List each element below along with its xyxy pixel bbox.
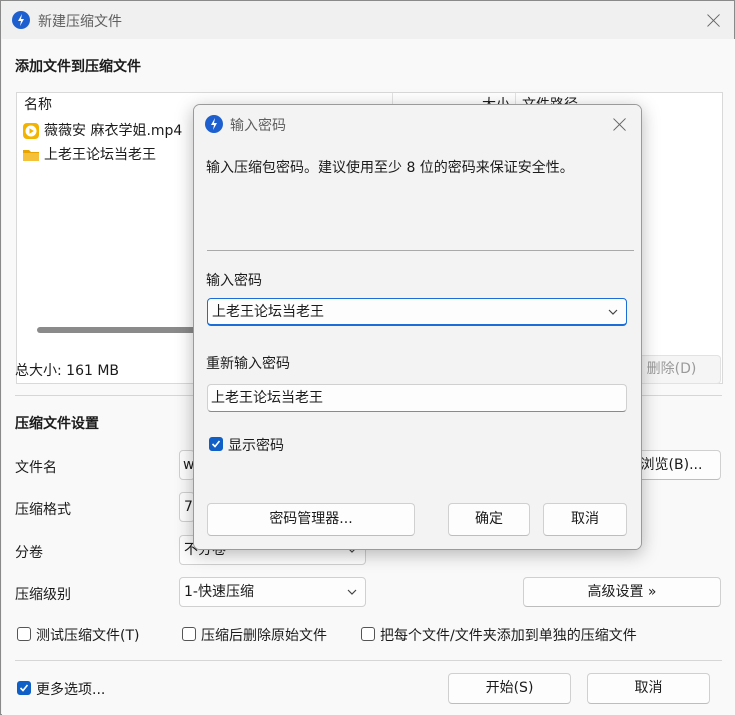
password-manager-button[interactable]: 密码管理器...: [207, 503, 415, 536]
advanced-button-label: 高级设置 »: [587, 584, 657, 600]
delete-button-label: 删除(D): [646, 361, 697, 377]
checkmark-icon: [211, 440, 221, 448]
start-button-label: 开始(S): [485, 680, 534, 696]
delete-after-label[interactable]: 压缩后删除原始文件: [201, 625, 327, 645]
more-options-label[interactable]: 更多选项...: [36, 679, 105, 699]
chevron-down-icon: [347, 589, 357, 595]
level-select[interactable]: 1-快速压缩: [179, 577, 366, 607]
file-name: 薇薇安 麻衣学姐.mp4: [44, 123, 183, 139]
browse-button-label: 浏览(B)...: [640, 457, 703, 473]
test-archive-label[interactable]: 测试压缩文件(T): [36, 625, 139, 645]
cancel-button[interactable]: 取消: [587, 673, 710, 704]
password-manager-label: 密码管理器...: [269, 511, 353, 527]
close-icon[interactable]: [612, 116, 628, 132]
cancel-button-label: 取消: [634, 680, 663, 696]
dialog-body: 输入压缩包密码。建议使用至少 8 位的密码来保证安全性。 输入密码 上老王论坛当…: [194, 143, 641, 549]
ok-button[interactable]: 确定: [448, 503, 530, 536]
level-label: 压缩级别: [15, 587, 71, 603]
folder-icon: [22, 146, 40, 164]
column-name[interactable]: 名称: [24, 93, 52, 117]
checkmark-icon: [19, 684, 29, 692]
advanced-settings-button[interactable]: 高级设置 »: [523, 577, 721, 607]
separate-archives-label[interactable]: 把每个文件/文件夹添加到单独的压缩文件: [380, 625, 637, 645]
dialog-cancel-button[interactable]: 取消: [543, 503, 627, 536]
password-value: 上老王论坛当老王: [212, 304, 324, 320]
app-logo-icon: [205, 115, 223, 133]
separate-archives-checkbox[interactable]: [361, 627, 375, 641]
title-bar: 新建压缩文件: [1, 1, 734, 39]
password-dialog: 输入密码 输入压缩包密码。建议使用至少 8 位的密码来保证安全性。 输入密码 上…: [193, 104, 642, 550]
test-archive-checkbox[interactable]: [17, 627, 31, 641]
close-icon[interactable]: [706, 12, 722, 28]
password-label: 输入密码: [206, 273, 262, 289]
dialog-cancel-label: 取消: [571, 511, 599, 527]
volume-label: 分卷: [15, 545, 43, 561]
file-name: 上老王论坛当老王: [44, 147, 156, 163]
show-password-checkbox[interactable]: [209, 437, 223, 451]
password-input[interactable]: 上老王论坛当老王: [207, 298, 627, 326]
divider: [15, 660, 722, 661]
dialog-title: 输入密码: [230, 118, 286, 134]
chevron-down-icon: [608, 309, 618, 315]
level-value: 1-快速压缩: [184, 584, 254, 600]
reenter-password-label: 重新输入密码: [206, 356, 290, 372]
settings-heading: 压缩文件设置: [15, 416, 99, 432]
total-size: 总大小: 161 MB: [15, 363, 120, 379]
reenter-password-input[interactable]: 上老王论坛当老王: [207, 384, 627, 412]
ok-button-label: 确定: [475, 511, 503, 527]
dialog-title-bar: 输入密码: [194, 105, 641, 143]
add-files-heading: 添加文件到压缩文件: [15, 59, 141, 75]
show-password-label[interactable]: 显示密码: [228, 435, 284, 455]
dialog-description: 输入压缩包密码。建议使用至少 8 位的密码来保证安全性。: [206, 160, 574, 176]
divider: [207, 250, 634, 251]
more-options-checkbox[interactable]: [17, 681, 31, 695]
filename-label: 文件名: [15, 460, 57, 476]
delete-after-checkbox[interactable]: [182, 627, 196, 641]
app-logo-icon: [12, 11, 30, 29]
reenter-password-value: 上老王论坛当老王: [211, 390, 323, 406]
window-title: 新建压缩文件: [38, 14, 122, 30]
video-file-icon: [22, 122, 40, 140]
format-label: 压缩格式: [15, 502, 71, 518]
start-button[interactable]: 开始(S): [448, 673, 571, 704]
